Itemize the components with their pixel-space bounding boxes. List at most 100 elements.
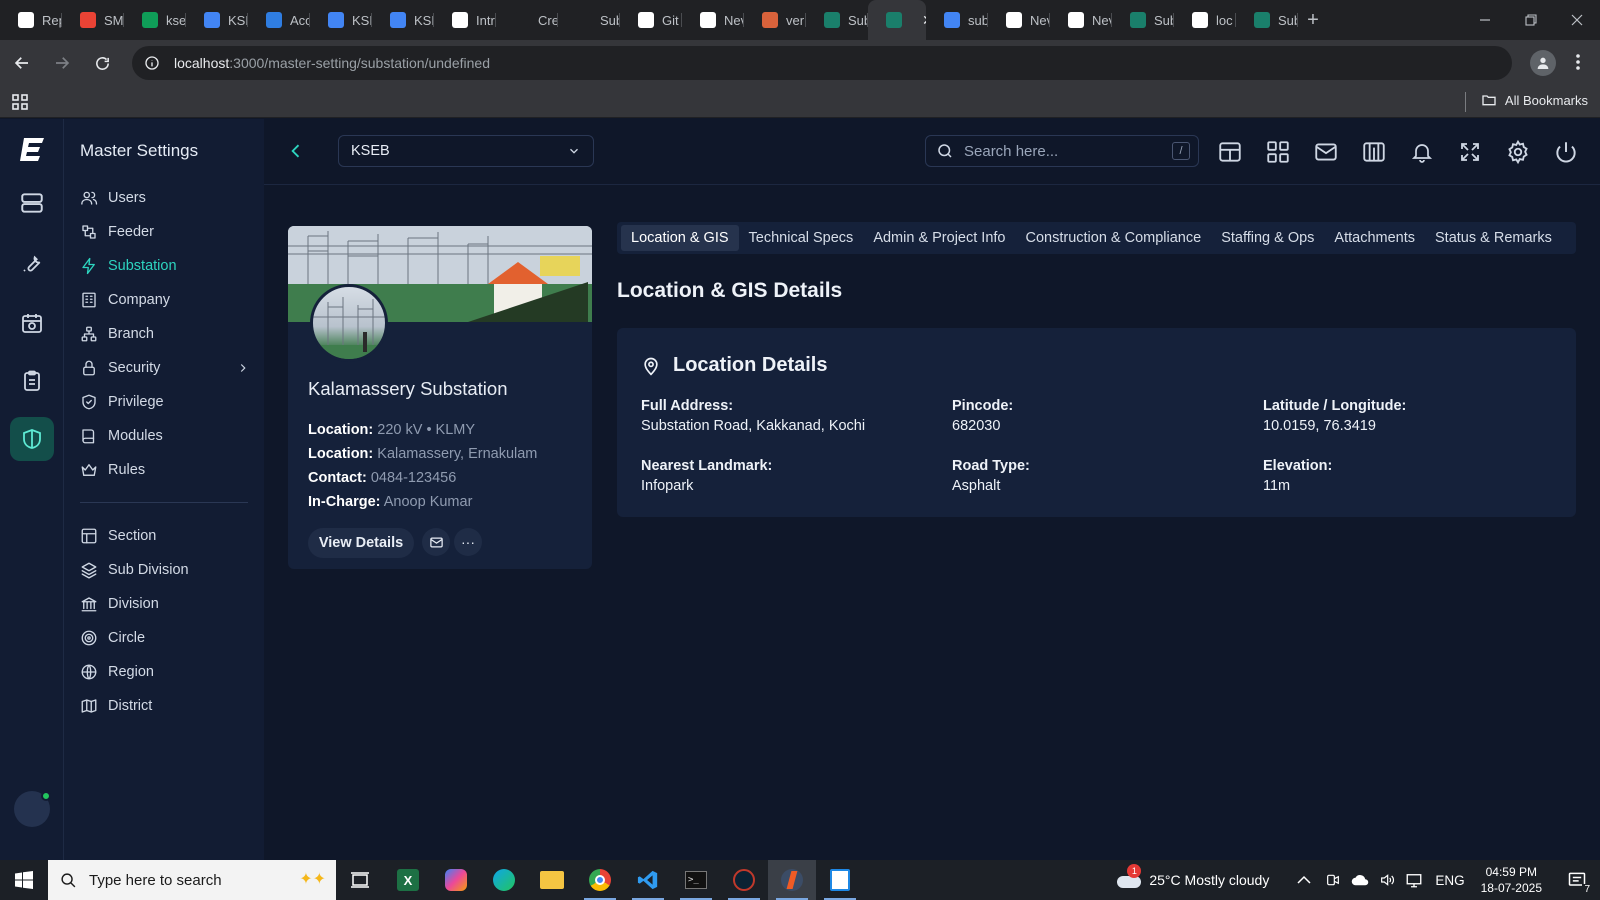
rail-tools[interactable] xyxy=(10,241,54,285)
new-tab-button[interactable]: + xyxy=(1298,0,1328,40)
logout-button[interactable] xyxy=(1550,136,1582,168)
browser-tab[interactable]: ksel xyxy=(124,0,186,40)
sidebar-item-feeder[interactable]: Feeder xyxy=(80,217,250,247)
reload-button[interactable] xyxy=(84,45,120,81)
library-button[interactable] xyxy=(1358,136,1390,168)
network-icon[interactable] xyxy=(1405,872,1423,888)
tab-location-gis[interactable]: Location & GIS xyxy=(621,225,739,251)
browser-tab[interactable]: Sub xyxy=(1112,0,1174,40)
terminal-app[interactable]: >_ xyxy=(672,860,720,900)
rail-clipboard[interactable] xyxy=(10,359,54,403)
sidebar-item-division[interactable]: Division xyxy=(80,589,250,619)
app-logo[interactable] xyxy=(10,127,54,171)
browser-tab[interactable]: KSE xyxy=(372,0,434,40)
browser-tab[interactable]: KSE xyxy=(310,0,372,40)
browser-tab[interactable]: Nev xyxy=(682,0,744,40)
sidebar-item-privilege[interactable]: Privilege xyxy=(80,387,250,417)
vscode-app[interactable] xyxy=(624,860,672,900)
tab-construction-compliance[interactable]: Construction & Compliance xyxy=(1015,225,1211,251)
all-bookmarks-button[interactable]: All Bookmarks xyxy=(1464,92,1588,112)
sidebar-item-section[interactable]: Section xyxy=(80,521,250,551)
view-details-button[interactable]: View Details xyxy=(308,528,414,558)
sidebar-item-sub-division[interactable]: Sub Division xyxy=(80,555,250,585)
sidebar-item-branch[interactable]: Branch xyxy=(80,319,250,349)
language-indicator[interactable]: ENG xyxy=(1435,873,1464,888)
apps-button[interactable] xyxy=(12,93,28,110)
rail-servers[interactable] xyxy=(10,181,54,225)
compass-app[interactable] xyxy=(720,860,768,900)
weather-text[interactable]: 25°C Mostly cloudy xyxy=(1149,872,1269,888)
collapse-sidebar-button[interactable] xyxy=(282,137,310,165)
browser-tab[interactable]: Nev xyxy=(1050,0,1112,40)
browser-menu-button[interactable] xyxy=(1570,52,1586,72)
browser-tab[interactable]: loc xyxy=(1174,0,1236,40)
apps-grid-button[interactable] xyxy=(1262,136,1294,168)
rail-master-settings[interactable] xyxy=(10,417,54,461)
settings-button[interactable] xyxy=(1502,136,1534,168)
edge-app[interactable] xyxy=(480,860,528,900)
browser-tab[interactable]: SM xyxy=(62,0,124,40)
restore-button[interactable] xyxy=(1508,0,1554,40)
browser-tab[interactable]: Acc xyxy=(248,0,310,40)
user-avatar[interactable] xyxy=(14,791,51,827)
browser-tab[interactable]: Sub xyxy=(1236,0,1298,40)
solitaire-app[interactable] xyxy=(816,860,864,900)
browser-tab[interactable]: KSE xyxy=(186,0,248,40)
notification-center-button[interactable]: 7 xyxy=(1554,860,1600,900)
meet-now-icon[interactable] xyxy=(1325,872,1341,888)
sidebar-item-security[interactable]: Security xyxy=(80,353,250,383)
browser-tab[interactable]: Git xyxy=(620,0,682,40)
sidebar-item-rules[interactable]: Rules xyxy=(80,455,250,485)
back-button[interactable] xyxy=(4,45,40,81)
start-button[interactable] xyxy=(0,860,48,900)
browser-tab[interactable]: Cre xyxy=(496,0,558,40)
weather-icon[interactable]: 1 xyxy=(1115,864,1143,890)
excel-app[interactable]: X xyxy=(384,860,432,900)
close-window-button[interactable] xyxy=(1554,0,1600,40)
file-explorer-app[interactable] xyxy=(528,860,576,900)
sidebar-item-substation[interactable]: Substation xyxy=(80,251,250,281)
sidebar-item-region[interactable]: Region xyxy=(80,657,250,687)
sidebar-item-circle[interactable]: Circle xyxy=(80,623,250,653)
clock[interactable]: 04:59 PM 18-07-2025 xyxy=(1469,864,1554,896)
notifications-button[interactable] xyxy=(1406,136,1438,168)
browser-tab[interactable]: sub xyxy=(926,0,988,40)
organization-select[interactable]: KSEB xyxy=(338,135,594,167)
minimize-button[interactable] xyxy=(1462,0,1508,40)
address-bar[interactable]: localhost:3000/master-setting/substation… xyxy=(132,46,1512,108)
mail-button[interactable] xyxy=(1310,136,1342,168)
sidebar-item-company[interactable]: Company xyxy=(80,285,250,315)
tab-technical-specs[interactable]: Technical Specs xyxy=(739,225,864,251)
taskbar-search[interactable]: Type here to search ✦✦ xyxy=(48,860,336,900)
tab-attachments[interactable]: Attachments xyxy=(1324,225,1425,251)
browser-tab[interactable]: Sub xyxy=(806,0,868,40)
chrome-app[interactable] xyxy=(576,860,624,900)
browser-tab[interactable]: Nev xyxy=(988,0,1050,40)
postman-app[interactable] xyxy=(768,860,816,900)
volume-icon[interactable] xyxy=(1379,872,1395,888)
tab-status-remarks[interactable]: Status & Remarks xyxy=(1425,225,1562,251)
forward-button[interactable] xyxy=(44,45,80,81)
tab-admin-project-info[interactable]: Admin & Project Info xyxy=(863,225,1015,251)
sidebar-item-modules[interactable]: Modules xyxy=(80,421,250,451)
browser-tab[interactable]: Intr xyxy=(434,0,496,40)
sidebar-item-district[interactable]: District xyxy=(80,691,250,721)
layout-button[interactable] xyxy=(1214,136,1246,168)
profile-avatar[interactable] xyxy=(1530,50,1556,76)
more-options-button[interactable]: ··· xyxy=(454,528,482,556)
task-view-button[interactable] xyxy=(336,860,384,900)
fullscreen-button[interactable] xyxy=(1454,136,1486,168)
browser-tab-active[interactable]: ✕ xyxy=(868,0,926,40)
tab-staffing-ops[interactable]: Staffing & Ops xyxy=(1211,225,1324,251)
search-input[interactable]: Search here... / xyxy=(925,135,1199,167)
browser-tab[interactable]: Rep xyxy=(0,0,62,40)
search-shortcut-key: / xyxy=(1172,142,1190,160)
copilot-app[interactable] xyxy=(432,860,480,900)
onedrive-icon[interactable] xyxy=(1351,873,1369,887)
email-button[interactable] xyxy=(422,528,450,556)
browser-tab[interactable]: ver xyxy=(744,0,806,40)
rail-schedule[interactable] xyxy=(10,301,54,345)
browser-tab[interactable]: Sub xyxy=(558,0,620,40)
sidebar-item-users[interactable]: Users xyxy=(80,183,250,213)
show-hidden-icons-icon[interactable] xyxy=(1297,875,1311,885)
